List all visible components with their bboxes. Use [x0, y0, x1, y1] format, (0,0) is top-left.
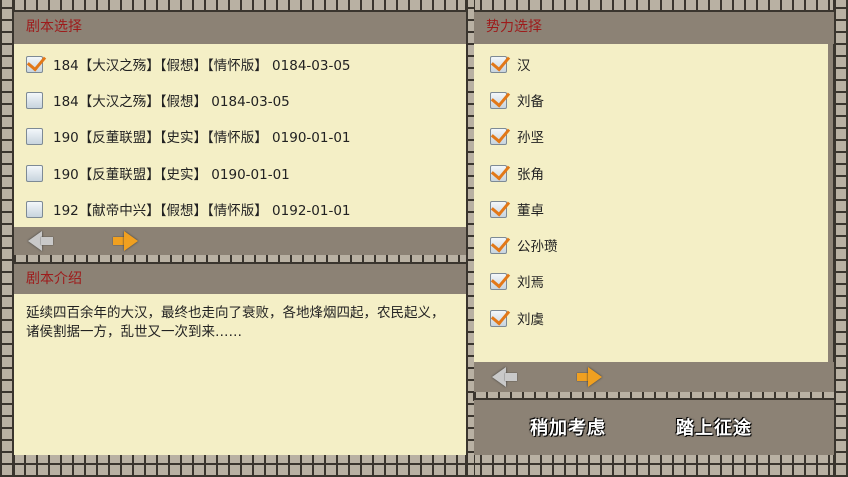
faction-item-label: 汉: [517, 58, 531, 74]
faction-item-label: 张角: [517, 167, 544, 183]
scenario-nav: [14, 227, 466, 255]
faction-header-label: 势力选择: [486, 19, 542, 35]
faction-item-5[interactable]: 董卓: [490, 193, 544, 225]
faction-item-label: 刘备: [517, 94, 544, 110]
faction-item-1[interactable]: 汉: [490, 48, 531, 80]
checkbox-checked[interactable]: [490, 55, 507, 73]
border-top: [0, 0, 848, 13]
checkbox-unchecked[interactable]: [26, 200, 43, 218]
next-page-button[interactable]: [112, 231, 140, 251]
scenario-header-label: 剧本选择: [26, 19, 82, 35]
consider-button[interactable]: 稍加考虑: [530, 414, 606, 440]
faction-item-6[interactable]: 公孙瓒: [490, 229, 558, 261]
scenario-item-label: 190【反董联盟】【史实】【情怀版】 0190-01-01: [53, 130, 351, 146]
checkbox-checked[interactable]: [490, 272, 507, 290]
checkbox-checked[interactable]: [26, 55, 43, 73]
checkbox-unchecked[interactable]: [26, 127, 43, 145]
faction-item-label: 刘焉: [517, 275, 544, 291]
action-bar: 稍加考虑 踏上征途: [474, 400, 834, 455]
arrow-left-icon: [28, 231, 42, 251]
scenario-item-3[interactable]: 190【反董联盟】【史实】【情怀版】 0190-01-01: [26, 120, 351, 152]
scenario-item-5[interactable]: 192【献帝中兴】【假想】【情怀版】 0192-01-01: [26, 193, 351, 225]
scenario-item-label: 184【大汉之殇】【假想】 0184-03-05: [53, 94, 290, 110]
checkbox-checked[interactable]: [490, 164, 507, 182]
intro-header: 剧本介绍: [14, 264, 466, 294]
border-divider-right: [473, 391, 835, 401]
faction-item-label: 孙坚: [517, 130, 544, 146]
scenario-item-4[interactable]: 190【反董联盟】【史实】 0190-01-01: [26, 157, 290, 189]
scenario-item-label: 184【大汉之殇】【假想】【情怀版】 0184-03-05: [53, 58, 351, 74]
faction-nav: [474, 362, 834, 392]
checkbox-checked[interactable]: [490, 236, 507, 254]
checkbox-checked[interactable]: [490, 91, 507, 109]
border-divider-vertical: [465, 0, 475, 477]
arrow-left-icon: [492, 367, 506, 387]
arrow-right-icon: [588, 367, 602, 387]
faction-item-label: 董卓: [517, 203, 544, 219]
faction-item-2[interactable]: 刘备: [490, 84, 544, 116]
border-bottom: [0, 454, 848, 477]
scenario-list: 184【大汉之殇】【假想】【情怀版】 0184-03-05 184【大汉之殇】【…: [14, 44, 466, 227]
faction-prev-button[interactable]: [492, 367, 520, 387]
faction-item-3[interactable]: 孙坚: [490, 120, 544, 152]
faction-item-label: 刘虞: [517, 312, 544, 328]
prev-page-button[interactable]: [28, 231, 56, 251]
checkbox-unchecked[interactable]: [26, 164, 43, 182]
faction-next-button[interactable]: [576, 367, 604, 387]
checkbox-checked[interactable]: [490, 309, 507, 327]
border-right: [833, 0, 848, 477]
checkbox-checked[interactable]: [490, 127, 507, 145]
intro-panel: 延续四百余年的大汉，最终也走向了衰败，各地烽烟四起，农民起义，诸侯割据一方，乱世…: [14, 294, 466, 455]
start-journey-button[interactable]: 踏上征途: [676, 414, 752, 440]
border-divider-left: [13, 254, 467, 265]
scenario-item-label: 190【反董联盟】【史实】 0190-01-01: [53, 167, 290, 183]
faction-item-label: 公孙瓒: [517, 239, 558, 255]
intro-header-label: 剧本介绍: [26, 271, 82, 287]
intro-text: 延续四百余年的大汉，最终也走向了衰败，各地烽烟四起，农民起义，诸侯割据一方，乱世…: [26, 305, 445, 340]
border-left: [0, 0, 15, 477]
faction-list: 汉 刘备 孙坚 张角 董卓 公孙瓒 刘焉 刘虞: [474, 44, 828, 362]
checkbox-unchecked[interactable]: [26, 91, 43, 109]
scenario-item-2[interactable]: 184【大汉之殇】【假想】 0184-03-05: [26, 84, 290, 116]
scenario-item-label: 192【献帝中兴】【假想】【情怀版】 0192-01-01: [53, 203, 351, 219]
faction-item-4[interactable]: 张角: [490, 157, 544, 189]
scenario-header: 剧本选择: [14, 12, 466, 44]
faction-header: 势力选择: [474, 12, 834, 44]
arrow-right-icon: [124, 231, 138, 251]
checkbox-checked[interactable]: [490, 200, 507, 218]
faction-item-7[interactable]: 刘焉: [490, 265, 544, 297]
faction-item-8[interactable]: 刘虞: [490, 302, 544, 334]
scenario-item-1[interactable]: 184【大汉之殇】【假想】【情怀版】 0184-03-05: [26, 48, 351, 80]
